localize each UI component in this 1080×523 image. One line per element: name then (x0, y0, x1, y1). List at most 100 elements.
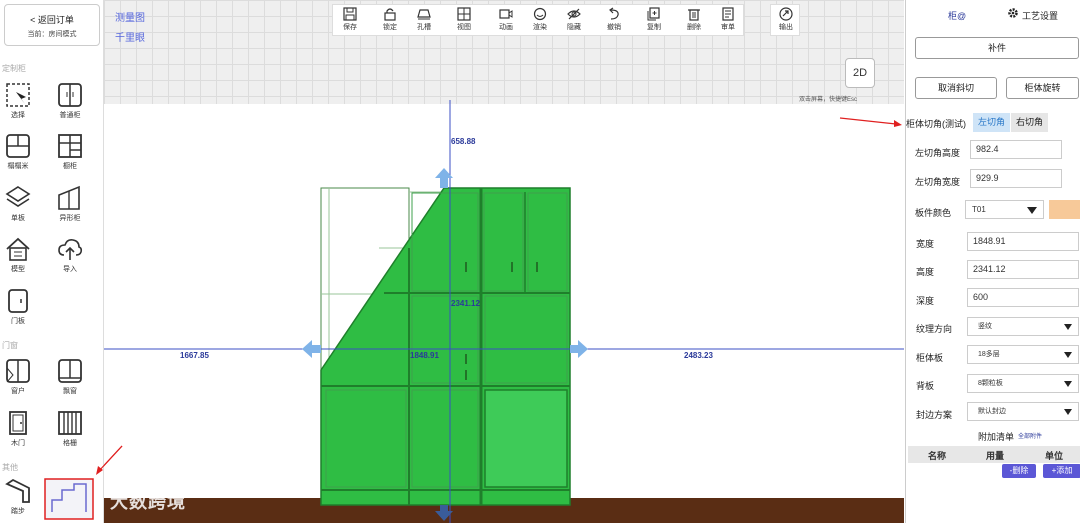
width-label: 宽度 (916, 239, 935, 249)
edge-scheme-value: 默认封边 (978, 408, 1006, 415)
depth-label: 深度 (916, 296, 935, 306)
tool-bay-window[interactable]: 飘窗 (52, 358, 88, 396)
house-icon (6, 237, 30, 261)
width-input[interactable]: 1848.91 (967, 232, 1079, 251)
tool-label: 选择 (11, 112, 25, 119)
tab-left-corner[interactable]: 左切角 (973, 113, 1010, 132)
door-panel-selected (484, 389, 568, 488)
tool-label: 飘窗 (63, 388, 77, 395)
tool-tatami[interactable]: 榻榻米 (0, 133, 36, 171)
group-title-custom: 定制柜 (2, 64, 26, 73)
group-title-doors: 门窗 (2, 341, 18, 350)
board-icon (5, 186, 31, 207)
tool-board[interactable]: 单板 (0, 185, 36, 223)
col-name: 名称 (928, 451, 947, 461)
tool-label: 窗户 (11, 388, 25, 395)
back-to-order-button[interactable]: < 返回订单 当前：房间模式 (4, 4, 100, 46)
grain-direction-select[interactable]: 竖纹 (967, 317, 1079, 336)
grain-direction-label: 纹理方向 (916, 324, 953, 334)
design-canvas[interactable]: 测量图 千里眼 保存 锁定 孔槽 视图 动画 渲染 隐藏 撤销 复制 删除 审单… (104, 0, 904, 523)
height-input[interactable]: 2341.12 (967, 260, 1079, 279)
board-color-label: 板件颜色 (915, 208, 952, 218)
tab-cabinet[interactable]: 柜@ (948, 9, 966, 22)
delete-accessory-button[interactable]: -删除 (1002, 464, 1036, 478)
chevron-down-icon (1064, 381, 1072, 387)
cancel-bevel-button[interactable]: 取消斜切 (915, 77, 997, 99)
tool-grille[interactable]: 格栅 (52, 410, 88, 448)
right-panel: 柜@ 工艺设置 补件 取消斜切 柜体旋转 柜体切角(测试) 左切角 右切角 左切… (905, 0, 1080, 523)
back-board-value: 8颗粒板 (978, 380, 1003, 387)
left-panel: < 返回订单 当前：房间模式 定制柜 选择 普通柜 榻榻米 橱柜 单板 异形柜 … (0, 0, 104, 523)
chevron-down-icon (1064, 409, 1072, 415)
tool-label: 踏步 (11, 508, 25, 515)
rotate-cabinet-button[interactable]: 柜体旋转 (1006, 77, 1079, 99)
dim-right[interactable]: 2483.23 (684, 351, 713, 360)
cabinet-board-select[interactable]: 18多层 (967, 345, 1079, 364)
all-accessories-link[interactable]: 全部附件 (1018, 431, 1042, 440)
tool-label: 导入 (63, 266, 77, 273)
edge-scheme-label: 封边方案 (916, 410, 953, 420)
extra-list-title: 附加清单 (978, 432, 1015, 442)
extra-list-header: 名称 用量 单位 (908, 446, 1080, 463)
tool-label: 榻榻米 (7, 163, 29, 170)
col-unit: 单位 (1045, 451, 1064, 461)
arrow-right-handle[interactable] (570, 340, 588, 358)
tool-label: 异形柜 (59, 215, 81, 222)
back-label: < 返回订单 (30, 15, 74, 25)
chevron-down-icon (1064, 324, 1072, 330)
dim-height[interactable]: 2341.12 (451, 299, 480, 308)
tab-process-settings[interactable]: 工艺设置 (1022, 9, 1058, 22)
dim-width[interactable]: 1848.91 (410, 351, 439, 360)
add-accessory-button[interactable]: +添加 (1043, 464, 1080, 478)
tool-wood-door[interactable]: 木门 (0, 410, 36, 448)
tool-label: 普通柜 (59, 112, 81, 119)
tool-shaped-cabinet[interactable]: 异形柜 (52, 185, 88, 223)
tool-door-panel[interactable]: 门板 (0, 288, 36, 326)
grain-direction-value: 竖纹 (978, 323, 992, 330)
chevron-down-icon (1064, 352, 1072, 358)
kitchen-cabinet-icon (58, 134, 82, 158)
left-corner-height-input[interactable]: 982.4 (970, 140, 1062, 159)
board-color-value: T01 (972, 205, 986, 214)
tool-label: 单板 (11, 215, 25, 222)
col-qty: 用量 (986, 451, 1005, 461)
bay-window-icon (58, 359, 82, 383)
corner-cut-label: 柜体切角(测试) (906, 119, 966, 129)
depth-input[interactable]: 600 (967, 288, 1079, 307)
wood-door-icon (9, 411, 27, 435)
arrow-left-handle[interactable] (302, 340, 321, 358)
step-icon (5, 478, 30, 503)
tool-window[interactable]: 窗户 (0, 358, 36, 396)
watermark: 大数跨境 (110, 492, 186, 512)
edge-scheme-select[interactable]: 默认封边 (967, 402, 1079, 421)
cabinet-icon (58, 83, 82, 107)
tab-right-corner[interactable]: 右切角 (1011, 113, 1048, 132)
tool-kitchen-cabinet[interactable]: 橱柜 (52, 133, 88, 171)
tool-select[interactable]: 选择 (0, 82, 36, 120)
dim-top[interactable]: 658.88 (451, 137, 476, 146)
tool-label: 木门 (11, 440, 25, 447)
height-label: 高度 (916, 267, 935, 277)
gear-icon (1008, 8, 1018, 18)
board-color-select[interactable]: T01 (965, 200, 1044, 219)
cursor-icon (6, 83, 30, 107)
tool-import[interactable]: 导入 (52, 236, 88, 274)
window-icon (6, 359, 30, 383)
shaped-cabinet-icon (58, 185, 80, 210)
tool-model[interactable]: 模型 (0, 236, 36, 274)
tool-label: 格栅 (63, 440, 77, 447)
left-corner-width-input[interactable]: 929.9 (970, 169, 1062, 188)
cabinet-scene[interactable]: 658.88 2341.12 1667.85 1848.91 2483.23 (104, 0, 904, 523)
left-corner-width-label: 左切角宽度 (915, 177, 961, 187)
back-board-label: 背板 (916, 381, 935, 391)
grille-icon (58, 411, 82, 435)
tool-label: 模型 (11, 266, 25, 273)
dim-left[interactable]: 1667.85 (180, 351, 209, 360)
group-title-other: 其他 (2, 463, 18, 472)
patch-button[interactable]: 补件 (915, 37, 1079, 59)
tool-step[interactable]: 踏步 (0, 478, 36, 516)
tool-normal-cabinet[interactable]: 普通柜 (52, 82, 88, 120)
cabinet-board-value: 18多层 (978, 351, 1000, 358)
board-color-swatch[interactable] (1049, 200, 1080, 219)
back-board-select[interactable]: 8颗粒板 (967, 374, 1079, 393)
